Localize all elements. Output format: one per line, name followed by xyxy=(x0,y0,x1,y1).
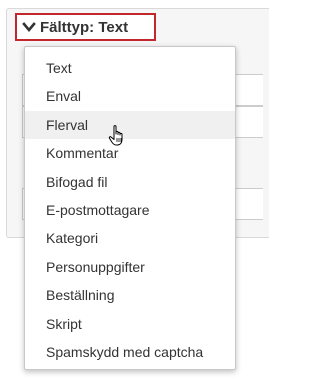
menu-item-personuppgifter[interactable]: Personuppgifter xyxy=(25,253,235,281)
menu-item-bifogad-fil[interactable]: Bifogad fil xyxy=(25,168,235,196)
hand-pointer-icon xyxy=(108,124,128,148)
menu-item-flerval[interactable]: Flerval xyxy=(25,110,235,140)
menu-item-bestallning[interactable]: Beställning xyxy=(25,281,235,309)
field-type-label: Fälttyp: Text xyxy=(40,18,129,36)
menu-item-spamskydd[interactable]: Spamskydd med captcha xyxy=(25,338,235,366)
menu-item-e-postmottagare[interactable]: E-postmottagare xyxy=(25,196,235,224)
menu-item-skript[interactable]: Skript xyxy=(25,310,235,338)
field-type-editor: Fälttyp: Text Text Enval Flerval Komment… xyxy=(0,0,269,379)
field-type-dropdown-menu: Text Enval Flerval Kommentar Bifogad fil… xyxy=(24,46,236,370)
field-type-toggle-button[interactable]: Fälttyp: Text xyxy=(15,13,156,41)
menu-item-text[interactable]: Text xyxy=(25,54,235,82)
chevron-down-icon xyxy=(21,19,37,35)
menu-item-kategori[interactable]: Kategori xyxy=(25,224,235,252)
menu-item-kommentar[interactable]: Kommentar xyxy=(25,139,235,167)
menu-item-enval[interactable]: Enval xyxy=(25,82,235,110)
